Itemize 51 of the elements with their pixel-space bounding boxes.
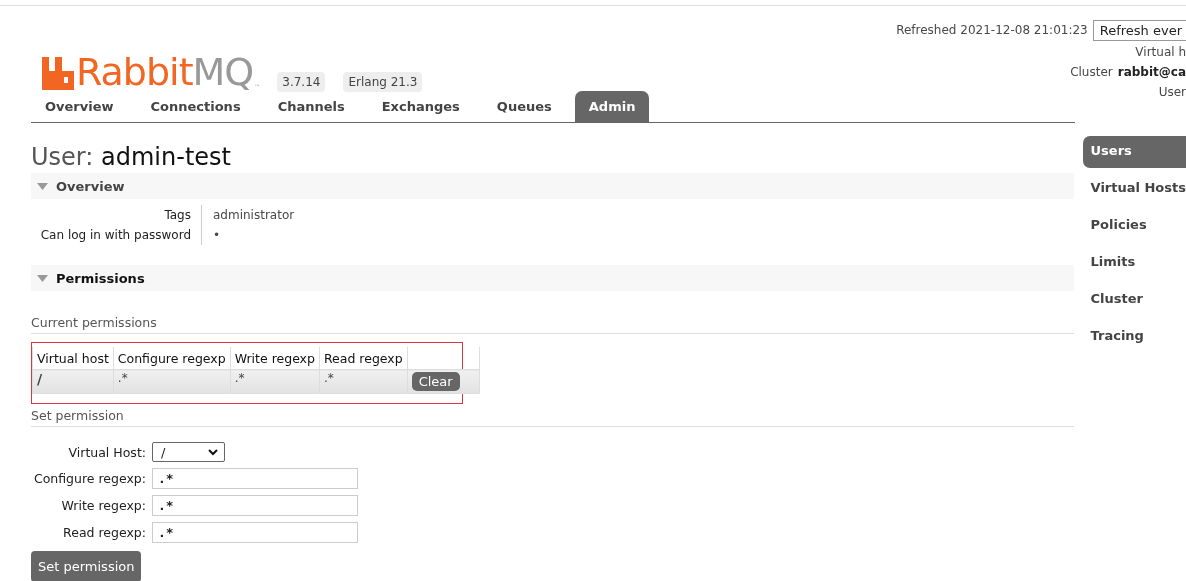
- sidebar-item[interactable]: Cluster: [1082, 284, 1186, 316]
- user-label: User: [1158, 85, 1186, 99]
- field-value: •: [213, 228, 221, 242]
- sidebar-item[interactable]: Limits: [1082, 247, 1186, 279]
- field-label: Configure regexp:: [32, 471, 146, 486]
- field-label: Tags: [31, 205, 202, 225]
- refresh-select[interactable]: Refresh ever: [1092, 19, 1186, 41]
- collapse-icon[interactable]: [37, 182, 48, 190]
- sidebar-item[interactable]: Tracing: [1082, 321, 1186, 353]
- set-permission-button[interactable]: Set permission: [31, 551, 142, 581]
- table-cell: /: [32, 369, 114, 394]
- subsection-title: Set permission: [31, 408, 1074, 427]
- section-header[interactable]: Permissions: [31, 265, 1074, 291]
- column-header: Write regexp: [230, 347, 320, 370]
- nav-tab[interactable]: Queues: [482, 91, 566, 122]
- field-label: Read regexp:: [62, 525, 146, 540]
- field-label: Write regexp:: [60, 498, 146, 513]
- field-value: administrator: [213, 208, 295, 222]
- nav-tab[interactable]: Exchanges: [367, 91, 474, 122]
- virtual-host-select[interactable]: /: [152, 442, 225, 462]
- field-label: Can log in with password: [31, 225, 202, 245]
- version-badge: Erlang 21.3: [343, 72, 423, 92]
- version-badge: 3.7.14: [277, 72, 326, 92]
- table-cell: .*: [113, 369, 231, 394]
- sidebar-item[interactable]: Policies: [1082, 210, 1186, 242]
- nav-tab[interactable]: Overview: [31, 91, 128, 122]
- regexp-input[interactable]: .*: [152, 522, 358, 543]
- field-label: Virtual Host:: [67, 444, 146, 460]
- sidebar-item[interactable]: Users: [1082, 136, 1186, 168]
- table-cell: .*: [319, 369, 408, 394]
- virtual-host-label: Virtual h: [1135, 45, 1186, 59]
- cluster-name: rabbit@ca: [1117, 65, 1186, 79]
- nav-tab[interactable]: Connections: [136, 91, 255, 122]
- logo-icon: [42, 57, 74, 90]
- column-header: Virtual host: [32, 347, 114, 370]
- nav-tab[interactable]: Admin: [574, 91, 650, 122]
- regexp-input[interactable]: .*: [152, 468, 358, 489]
- refreshed-time: Refreshed 2021-12-08 21:01:23: [896, 23, 1088, 37]
- section-header[interactable]: Overview: [31, 173, 1074, 199]
- nav-tab[interactable]: Channels: [263, 91, 359, 122]
- column-header: Configure regexp: [113, 347, 231, 370]
- table-cell: .*: [230, 369, 320, 394]
- page-title: User: admin-test: [31, 143, 232, 171]
- column-header: Read regexp: [319, 347, 408, 370]
- subsection-title: Current permissions: [31, 315, 1074, 334]
- sidebar-item[interactable]: Virtual Hosts: [1082, 173, 1186, 205]
- cluster-label: Cluster: [1070, 65, 1113, 79]
- clear-button[interactable]: Clear: [411, 372, 460, 391]
- chevron-down-icon: [208, 448, 218, 456]
- collapse-icon[interactable]: [37, 274, 48, 282]
- regexp-input[interactable]: .*: [152, 495, 358, 516]
